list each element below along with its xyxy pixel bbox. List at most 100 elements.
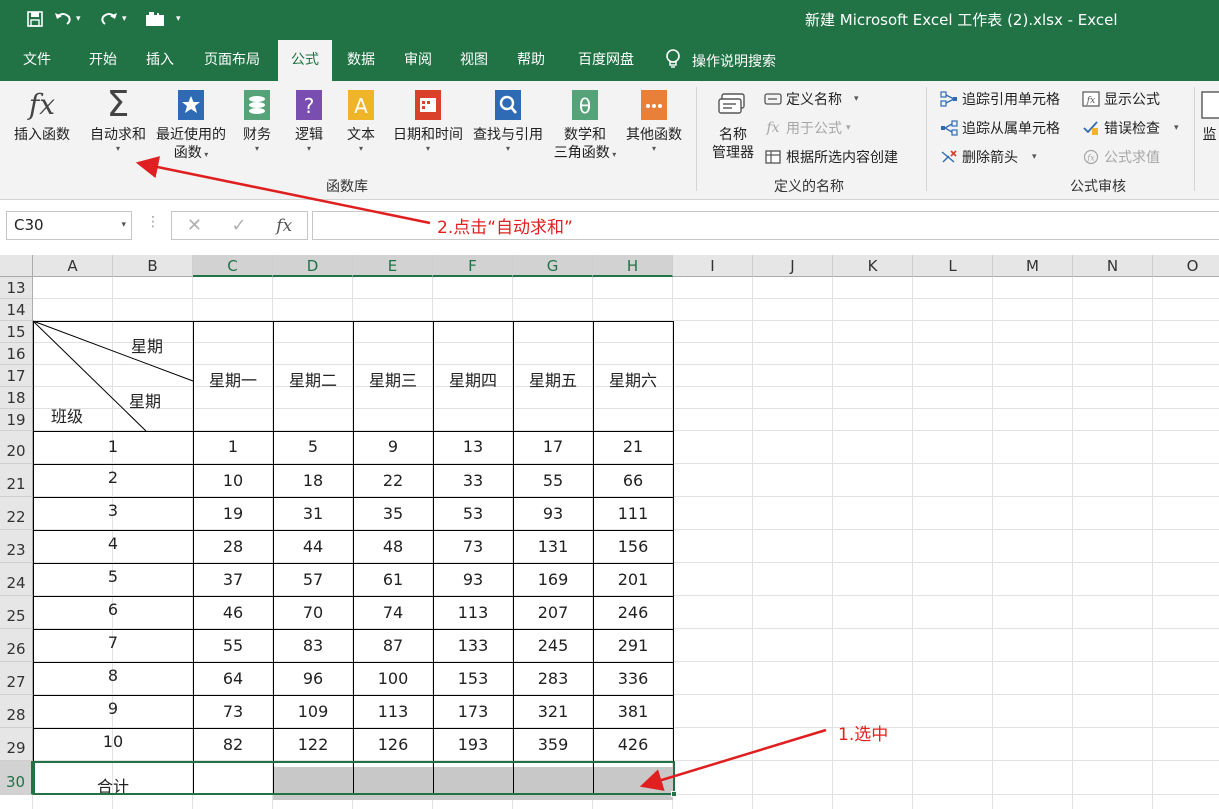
tell-me-search[interactable]: 操作说明搜索 <box>664 40 776 81</box>
data-cell[interactable]: 66 <box>593 471 673 490</box>
define-name-button[interactable]: 定义名称 ▾ <box>764 89 859 109</box>
text-functions-button[interactable]: A 文本 ▾ <box>340 87 382 154</box>
row-header-15[interactable]: 15 <box>0 321 33 343</box>
data-cell[interactable]: 113 <box>353 702 433 721</box>
data-cell[interactable]: 31 <box>273 504 353 523</box>
data-cell[interactable]: 28 <box>193 537 273 556</box>
row-header-30[interactable]: 30 <box>0 761 33 795</box>
data-cell[interactable]: 169 <box>513 570 593 589</box>
data-cell[interactable]: 246 <box>593 603 673 622</box>
recently-used-button[interactable]: 最近使用的 函数 ▾ <box>152 87 230 162</box>
tab-insert[interactable]: 插入 <box>131 40 189 81</box>
fill-handle[interactable] <box>671 791 677 797</box>
column-header-e[interactable]: E <box>353 255 433 277</box>
column-header-h[interactable]: H <box>593 255 673 277</box>
class-number-cell[interactable]: 1 <box>33 437 193 456</box>
row-header-25[interactable]: 25 <box>0 596 33 629</box>
class-number-cell[interactable]: 4 <box>33 534 193 553</box>
day-header[interactable]: 星期四 <box>433 367 513 391</box>
data-cell[interactable]: 153 <box>433 669 513 688</box>
data-cell[interactable]: 111 <box>593 504 673 523</box>
data-cell[interactable]: 55 <box>513 471 593 490</box>
header-class[interactable]: 班级 <box>51 403 83 427</box>
save-icon[interactable] <box>24 8 46 30</box>
data-cell[interactable]: 100 <box>353 669 433 688</box>
tab-help[interactable]: 帮助 <box>504 40 558 81</box>
cancel-icon[interactable]: ✕ <box>187 215 202 236</box>
data-cell[interactable]: 207 <box>513 603 593 622</box>
enter-icon[interactable]: ✓ <box>232 215 247 236</box>
insert-function-button[interactable]: fx 插入函数 <box>8 87 76 144</box>
class-number-cell[interactable]: 3 <box>33 501 193 520</box>
data-cell[interactable]: 82 <box>193 735 273 754</box>
day-header[interactable]: 星期五 <box>513 367 593 391</box>
tab-review[interactable]: 审阅 <box>391 40 445 81</box>
row-header-24[interactable]: 24 <box>0 563 33 596</box>
column-header-n[interactable]: N <box>1073 255 1153 277</box>
worksheet-grid[interactable]: A B C D E F G H I J K L M N O 13 14 15 16 17 18 19 20 21 22 23 24 2… <box>0 255 1219 809</box>
date-time-button[interactable]: 日期和时间 ▾ <box>388 87 468 154</box>
header-weekday-mid[interactable]: 星期 <box>129 388 161 412</box>
data-cell[interactable]: 193 <box>433 735 513 754</box>
class-number-cell[interactable]: 2 <box>33 468 193 487</box>
data-cell[interactable]: 381 <box>593 702 673 721</box>
column-header-g[interactable]: G <box>513 255 593 277</box>
row-header-26[interactable]: 26 <box>0 629 33 662</box>
column-header-f[interactable]: F <box>433 255 513 277</box>
tab-formulas[interactable]: 公式 <box>278 40 332 81</box>
column-header-i[interactable]: I <box>673 255 753 277</box>
data-cell[interactable]: 17 <box>513 437 593 456</box>
data-cell[interactable]: 9 <box>353 437 433 456</box>
data-cell[interactable]: 55 <box>193 636 273 655</box>
class-number-cell[interactable]: 9 <box>33 699 193 718</box>
class-number-cell[interactable]: 8 <box>33 666 193 685</box>
day-header[interactable]: 星期六 <box>593 367 673 391</box>
column-header-k[interactable]: K <box>833 255 913 277</box>
data-cell[interactable]: 37 <box>193 570 273 589</box>
data-cell[interactable]: 336 <box>593 669 673 688</box>
trace-dependents-button[interactable]: 追踪从属单元格 <box>940 118 1060 138</box>
insert-function-fx-icon[interactable]: fx <box>276 216 292 236</box>
error-checking-button[interactable]: 错误检查 ▾ <box>1082 118 1179 138</box>
data-cell[interactable]: 122 <box>273 735 353 754</box>
financial-button[interactable]: 财务 ▾ <box>236 87 278 154</box>
row-header-13[interactable]: 13 <box>0 277 33 299</box>
row-header-17[interactable]: 17 <box>0 365 33 387</box>
data-cell[interactable]: 44 <box>273 537 353 556</box>
tab-data[interactable]: 数据 <box>334 40 388 81</box>
data-cell[interactable]: 126 <box>353 735 433 754</box>
row-header-23[interactable]: 23 <box>0 530 33 563</box>
logical-button[interactable]: ? 逻辑 ▾ <box>288 87 330 154</box>
row-header-27[interactable]: 27 <box>0 662 33 695</box>
redo-dropdown-icon[interactable]: ▾ <box>122 14 132 24</box>
column-header-a[interactable]: A <box>33 255 113 277</box>
row-header-14[interactable]: 14 <box>0 299 33 321</box>
data-cell[interactable]: 64 <box>193 669 273 688</box>
tab-home[interactable]: 开始 <box>74 40 132 81</box>
column-header-o[interactable]: O <box>1153 255 1219 277</box>
class-number-cell[interactable]: 5 <box>33 567 193 586</box>
data-cell[interactable]: 61 <box>353 570 433 589</box>
math-trig-button[interactable]: θ 数学和 三角函数 ▾ <box>548 87 622 162</box>
data-cell[interactable]: 96 <box>273 669 353 688</box>
data-cell[interactable]: 13 <box>433 437 513 456</box>
more-functions-button[interactable]: 其他函数 ▾ <box>622 87 686 154</box>
data-cell[interactable]: 131 <box>513 537 593 556</box>
data-cell[interactable]: 19 <box>193 504 273 523</box>
data-cell[interactable]: 87 <box>353 636 433 655</box>
data-cell[interactable]: 291 <box>593 636 673 655</box>
data-cell[interactable]: 21 <box>593 437 673 456</box>
undo-dropdown-icon[interactable]: ▾ <box>76 14 86 24</box>
data-cell[interactable]: 173 <box>433 702 513 721</box>
data-cell[interactable]: 245 <box>513 636 593 655</box>
data-cell[interactable]: 74 <box>353 603 433 622</box>
drag-handle-icon[interactable]: ⋮ <box>146 214 160 230</box>
data-cell[interactable]: 53 <box>433 504 513 523</box>
column-header-m[interactable]: M <box>993 255 1073 277</box>
data-cell[interactable]: 5 <box>273 437 353 456</box>
data-cell[interactable]: 70 <box>273 603 353 622</box>
data-cell[interactable]: 57 <box>273 570 353 589</box>
tab-view[interactable]: 视图 <box>447 40 501 81</box>
row-header-18[interactable]: 18 <box>0 387 33 409</box>
data-cell[interactable]: 18 <box>273 471 353 490</box>
